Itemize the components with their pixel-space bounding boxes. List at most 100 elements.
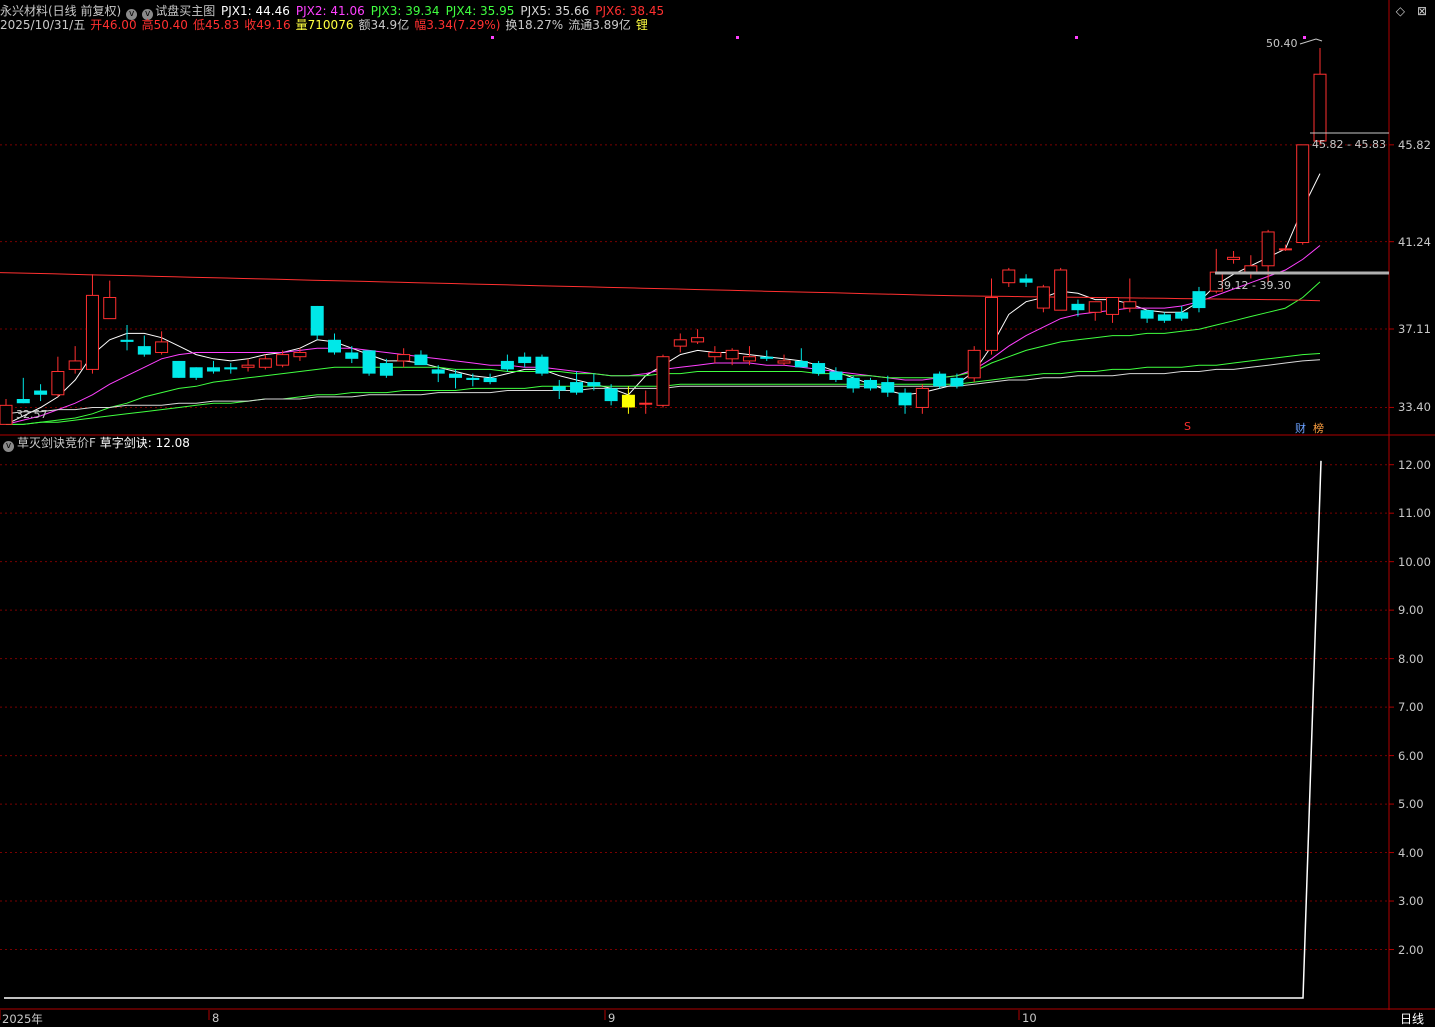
candle-body (206, 367, 220, 372)
time-tick-label: 2025年 (2, 1012, 43, 1026)
candle-body (500, 360, 514, 370)
price-tick-label: 45.82 (1398, 137, 1431, 152)
signal-dot (491, 36, 494, 39)
candle-body (570, 382, 584, 393)
period-label[interactable]: 日线 (1400, 1010, 1424, 1027)
quote-item: 幅3.34(7.29%) (414, 18, 501, 32)
candle-body (1054, 269, 1068, 311)
quote-item: 开46.00 (90, 18, 137, 32)
candle-body (397, 354, 411, 362)
candle-body (1123, 301, 1137, 309)
s-marker[interactable]: S (1184, 420, 1191, 433)
sub-tick-label: 9.00 (1398, 603, 1424, 618)
sub-tick-label: 4.00 (1398, 845, 1424, 860)
quote-date: 2025/10/31/五 (0, 18, 86, 32)
indicator-line (4, 460, 1322, 999)
candle-body (189, 367, 203, 378)
candle-body (293, 351, 307, 358)
candle-body (345, 352, 359, 359)
sub-tick-label: 5.00 (1398, 797, 1424, 812)
quote-item: 量710076 (295, 18, 354, 32)
candle-body (915, 387, 929, 408)
candle-body (1313, 73, 1327, 142)
ma-line-pjx6 (0, 272, 1321, 302)
quote-values: 开46.00 高50.40 低45.83 收49.16 量710076 额34.9亿 幅3.… (87, 18, 650, 32)
candle-body (725, 349, 739, 360)
chart-canvas[interactable] (0, 0, 1435, 1024)
candle-body (518, 356, 532, 364)
candle-body (1106, 297, 1120, 315)
candle-body (1140, 310, 1154, 319)
sub-tick-label: 6.00 (1398, 748, 1424, 763)
candle-body (466, 377, 480, 380)
time-tick-label: 8 (212, 1011, 220, 1025)
candle-body (137, 346, 151, 355)
candle-body (483, 377, 497, 383)
candle-body (604, 388, 618, 402)
ma-line-pjx4 (6, 353, 1321, 425)
candle-body (1278, 248, 1292, 251)
sub-tick-label: 12.00 (1398, 457, 1431, 472)
quote-item: 低45.83 (192, 18, 240, 32)
candle-body (1071, 303, 1085, 311)
ma-line-pjx5 (5, 359, 1321, 415)
quote-item: 收49.16 (244, 18, 291, 32)
candle-body (708, 351, 722, 358)
quote-item: 额34.9亿 (358, 18, 410, 32)
candle-body (310, 305, 324, 336)
ma-legend: PJX1: 44.46 PJX2: 41.06 PJX3: 39.34 PJX4: 3… (221, 4, 670, 18)
stock-name[interactable]: 永兴材料(日线 前复权) (0, 4, 121, 18)
candle-body (258, 358, 272, 368)
candle-body (535, 356, 549, 374)
rank-tag[interactable]: 榜 (1313, 420, 1324, 436)
candle-body (1192, 291, 1206, 309)
ma-label-6: PJX6: 38.45 (595, 4, 665, 18)
sub-panel-header: v 草灭剑诀竞价F 草字剑诀: 12.08 (0, 436, 190, 452)
sub-tick-label: 3.00 (1398, 894, 1424, 909)
candle-body (34, 390, 48, 395)
candle-body (673, 339, 687, 347)
candle-body (224, 367, 238, 370)
candle-body (172, 360, 186, 378)
quote-item: 锂 (635, 18, 648, 32)
candle-body (1036, 286, 1050, 309)
candle-body (760, 356, 774, 359)
candle-body (1157, 314, 1171, 321)
price-tick-label: 37.11 (1398, 322, 1431, 336)
candle-body (552, 386, 566, 391)
candle-body (846, 377, 860, 389)
candle-body (863, 379, 877, 389)
candle-body (1002, 269, 1016, 284)
ma-label-3: PJX3: 39.34 (370, 4, 440, 18)
sub-panel-title[interactable]: 草灭剑诀竞价F (17, 436, 96, 450)
candle-body (1261, 231, 1275, 267)
candle-body (639, 402, 653, 405)
sub-tick-label: 7.00 (1398, 700, 1424, 715)
low-price-label: 32.57 (16, 408, 48, 421)
candle-body (587, 382, 601, 387)
candle-body (431, 369, 445, 374)
sub-tick-label: 2.00 (1398, 942, 1424, 957)
candle-body (449, 373, 463, 378)
quote-item: 流通3.89亿 (568, 18, 631, 32)
candle-body (898, 392, 912, 406)
candle-body (51, 371, 65, 396)
close-icon[interactable]: ⊠ (1417, 4, 1427, 18)
signal-dot (1075, 36, 1078, 39)
finance-tag[interactable]: 财 (1295, 420, 1306, 436)
restore-icon[interactable]: ◇ (1396, 4, 1405, 18)
indicator-name[interactable]: 试盘买主图 (155, 4, 215, 18)
upper-range-label: 45.82 - 45.83 (1312, 138, 1386, 151)
candle-body (155, 341, 169, 353)
price-tick-label: 41.24 (1398, 234, 1431, 249)
ma-label-4: PJX4: 35.95 (445, 4, 515, 18)
candle-body (691, 337, 705, 343)
quote-item: 高50.40 (141, 18, 188, 32)
candle-body (379, 363, 393, 376)
chevron-down-icon[interactable]: v (3, 441, 14, 452)
candle-body (16, 398, 30, 404)
sub-tick-label: 10.00 (1398, 554, 1431, 569)
candle-body (68, 360, 82, 370)
candle-body (794, 360, 808, 368)
candle-body (656, 356, 670, 406)
